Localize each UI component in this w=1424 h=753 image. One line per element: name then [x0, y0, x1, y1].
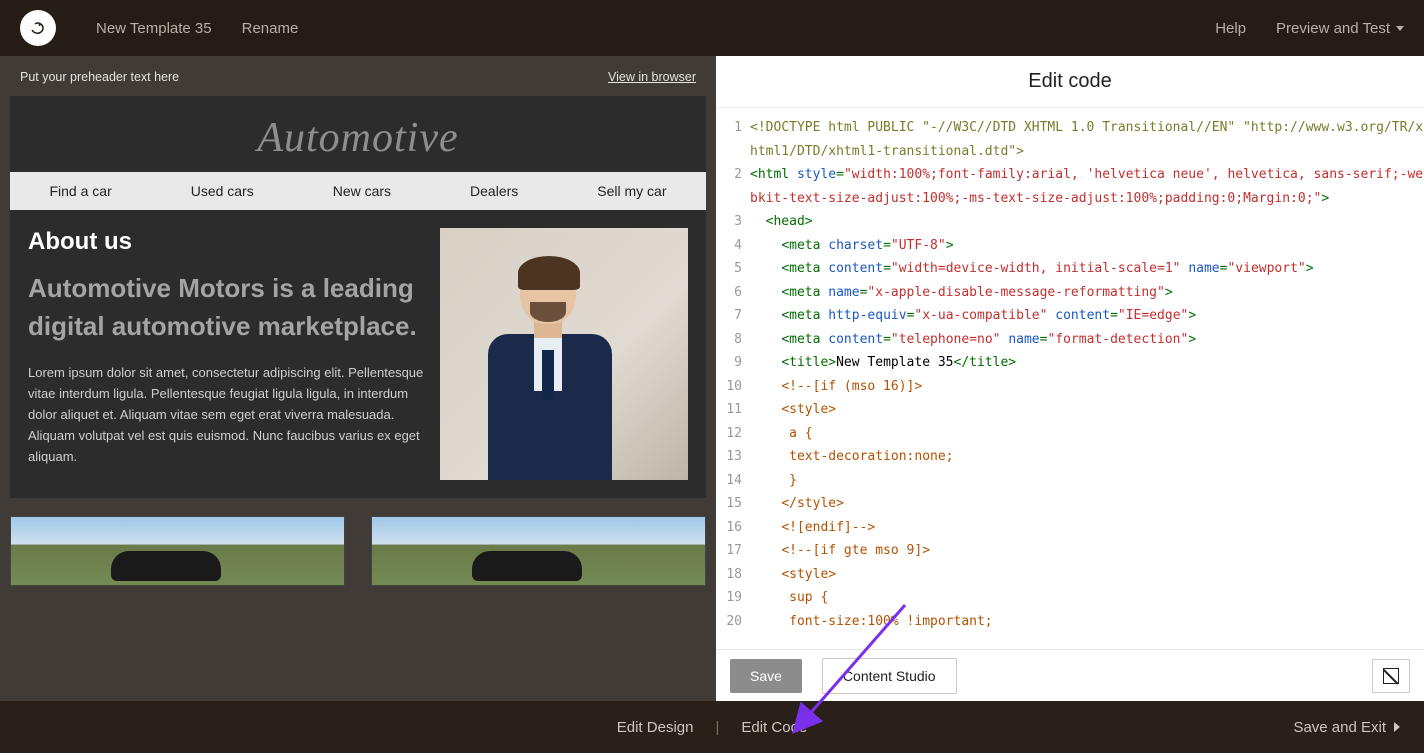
nav-used-cars[interactable]: Used cars — [191, 183, 254, 199]
preheader-text[interactable]: Put your preheader text here — [20, 70, 179, 84]
template-name[interactable]: New Template 35 — [96, 20, 212, 37]
edit-code-tab[interactable]: Edit Code — [741, 719, 807, 736]
nav-dealers[interactable]: Dealers — [470, 183, 518, 199]
code-editor[interactable]: 1 2 34567891011121314151617181920 <!DOCT… — [716, 108, 1424, 649]
edit-design-tab[interactable]: Edit Design — [617, 719, 694, 736]
top-bar: New Template 35 Rename Help Preview and … — [0, 0, 1424, 56]
about-image — [440, 228, 688, 480]
car-image-2 — [371, 516, 706, 586]
email-nav-bar: Find a car Used cars New cars Dealers Se… — [10, 172, 706, 210]
code-lines[interactable]: <!DOCTYPE html PUBLIC "-//W3C//DTD XHTML… — [748, 108, 1424, 649]
separator: | — [715, 719, 719, 736]
nav-new-cars[interactable]: New cars — [333, 183, 391, 199]
email-body: Automotive Find a car Used cars New cars… — [10, 96, 706, 498]
brand-logo-text: Automotive — [257, 115, 458, 161]
about-section: About us Automotive Motors is a leading … — [10, 210, 706, 498]
chevron-down-icon — [1396, 26, 1404, 31]
about-title: About us — [28, 228, 424, 256]
expand-icon — [1383, 668, 1399, 684]
about-headline: Automotive Motors is a leading digital a… — [28, 270, 424, 345]
preheader-row: Put your preheader text here View in bro… — [0, 56, 716, 96]
preview-test-label: Preview and Test — [1276, 20, 1390, 37]
expand-editor-button[interactable] — [1372, 659, 1410, 693]
code-gutter: 1 2 34567891011121314151617181920 — [716, 108, 748, 649]
about-text-column: About us Automotive Motors is a leading … — [28, 228, 424, 480]
code-panel: Edit code 1 2 34567891011121314151617181… — [716, 56, 1424, 701]
save-button[interactable]: Save — [730, 659, 802, 693]
preview-test-dropdown[interactable]: Preview and Test — [1276, 20, 1404, 37]
email-preview-panel: Put your preheader text here View in bro… — [0, 56, 716, 701]
code-actions: Save Content Studio — [716, 649, 1424, 701]
main-area: Put your preheader text here View in bro… — [0, 56, 1424, 701]
code-panel-title: Edit code — [716, 56, 1424, 108]
view-in-browser-link[interactable]: View in browser — [608, 70, 696, 84]
save-exit-label: Save and Exit — [1293, 719, 1386, 736]
chevron-right-icon — [1394, 722, 1400, 732]
brand-header: Automotive — [10, 96, 706, 172]
save-and-exit-button[interactable]: Save and Exit — [1293, 719, 1400, 736]
rename-button[interactable]: Rename — [242, 20, 299, 37]
nav-sell-my-car[interactable]: Sell my car — [597, 183, 666, 199]
nav-find-a-car[interactable]: Find a car — [49, 183, 111, 199]
about-body: Lorem ipsum dolor sit amet, consectetur … — [28, 363, 424, 467]
mailchimp-logo-icon[interactable] — [20, 10, 56, 46]
help-link[interactable]: Help — [1215, 20, 1246, 37]
car-image-row — [10, 516, 706, 586]
bottom-bar: Edit Design | Edit Code Save and Exit — [0, 701, 1424, 753]
car-image-1 — [10, 516, 345, 586]
content-studio-button[interactable]: Content Studio — [822, 658, 957, 694]
